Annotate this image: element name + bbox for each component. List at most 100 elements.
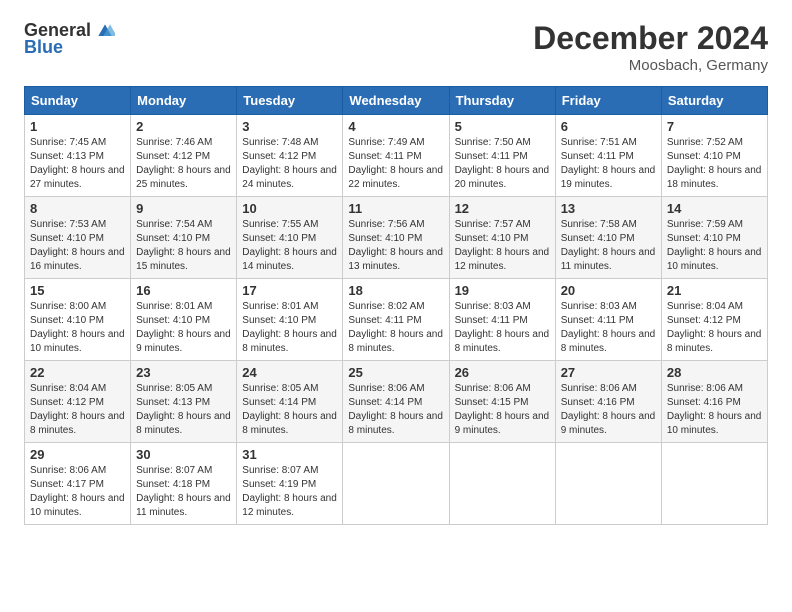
day-number: 8 [30, 201, 125, 216]
day-number: 10 [242, 201, 337, 216]
calendar-cell: 26 Sunrise: 8:06 AMSunset: 4:15 PMDayligh… [449, 361, 555, 443]
day-number: 24 [242, 365, 337, 380]
day-info: Sunrise: 8:04 AMSunset: 4:12 PMDaylight:… [30, 382, 125, 438]
day-info: Sunrise: 8:07 AMSunset: 4:18 PMDaylight:… [136, 464, 231, 520]
calendar-week-2: 8 Sunrise: 7:53 AMSunset: 4:10 PMDaylight… [25, 197, 768, 279]
calendar-cell: 28Sunrise: 8:06 AMSunset: 4:16 PMDayligh… [661, 361, 767, 443]
calendar-cell: 12Sunrise: 7:57 AMSunset: 4:10 PMDayligh… [449, 197, 555, 279]
day-number: 12 [455, 201, 550, 216]
calendar-cell: 31 Sunrise: 8:07 AMSunset: 4:19 PMDayligh… [237, 443, 343, 525]
day-number: 13 [561, 201, 656, 216]
day-number: 23 [136, 365, 231, 380]
calendar-cell [555, 443, 661, 525]
day-info: Sunrise: 8:01 AMSunset: 4:10 PMDaylight:… [242, 300, 337, 356]
calendar-cell: 7 Sunrise: 7:52 AMSunset: 4:10 PMDaylight… [661, 115, 767, 197]
day-number: 3 [242, 119, 337, 134]
col-header-tuesday: Tuesday [237, 87, 343, 115]
day-number: 31 [242, 447, 337, 462]
calendar-cell: 25 Sunrise: 8:06 AMSunset: 4:14 PMDayligh… [343, 361, 449, 443]
calendar-cell [449, 443, 555, 525]
calendar-cell: 17 Sunrise: 8:01 AMSunset: 4:10 PMDayligh… [237, 279, 343, 361]
calendar-cell: 18 Sunrise: 8:02 AMSunset: 4:11 PMDayligh… [343, 279, 449, 361]
calendar-cell: 20Sunrise: 8:03 AMSunset: 4:11 PMDayligh… [555, 279, 661, 361]
calendar-cell: 11 Sunrise: 7:56 AMSunset: 4:10 PMDayligh… [343, 197, 449, 279]
calendar-cell: 6 Sunrise: 7:51 AMSunset: 4:11 PMDaylight… [555, 115, 661, 197]
day-number: 18 [348, 283, 443, 298]
day-info: Sunrise: 8:06 AMSunset: 4:16 PMDaylight:… [667, 382, 762, 438]
calendar-cell: 14 Sunrise: 7:59 AMSunset: 4:10 PMDayligh… [661, 197, 767, 279]
col-header-friday: Friday [555, 87, 661, 115]
day-number: 30 [136, 447, 231, 462]
calendar-cell [661, 443, 767, 525]
location: Moosbach, Germany [533, 57, 768, 74]
calendar-week-4: 22Sunrise: 8:04 AMSunset: 4:12 PMDayligh… [25, 361, 768, 443]
calendar-cell: 1 Sunrise: 7:45 AMSunset: 4:13 PMDaylight… [25, 115, 131, 197]
col-header-monday: Monday [131, 87, 237, 115]
title-block: December 2024 Moosbach, Germany [533, 20, 768, 74]
day-number: 5 [455, 119, 550, 134]
day-number: 4 [348, 119, 443, 134]
day-info: Sunrise: 8:02 AMSunset: 4:11 PMDaylight:… [348, 300, 443, 356]
calendar-cell: 8 Sunrise: 7:53 AMSunset: 4:10 PMDaylight… [25, 197, 131, 279]
calendar-table: SundayMondayTuesdayWednesdayThursdayFrid… [24, 86, 768, 525]
calendar-cell: 21Sunrise: 8:04 AMSunset: 4:12 PMDayligh… [661, 279, 767, 361]
day-info: Sunrise: 7:52 AMSunset: 4:10 PMDaylight:… [667, 136, 762, 192]
day-info: Sunrise: 8:03 AMSunset: 4:11 PMDaylight:… [561, 300, 656, 356]
day-info: Sunrise: 7:48 AMSunset: 4:12 PMDaylight:… [242, 136, 337, 192]
day-number: 14 [667, 201, 762, 216]
day-info: Sunrise: 7:56 AMSunset: 4:10 PMDaylight:… [348, 218, 443, 274]
day-info: Sunrise: 8:07 AMSunset: 4:19 PMDaylight:… [242, 464, 337, 520]
day-number: 1 [30, 119, 125, 134]
calendar-cell: 15Sunrise: 8:00 AMSunset: 4:10 PMDayligh… [25, 279, 131, 361]
day-number: 11 [348, 201, 443, 216]
day-number: 29 [30, 447, 125, 462]
col-header-thursday: Thursday [449, 87, 555, 115]
calendar-cell: 16 Sunrise: 8:01 AMSunset: 4:10 PMDayligh… [131, 279, 237, 361]
day-number: 17 [242, 283, 337, 298]
calendar-cell: 24Sunrise: 8:05 AMSunset: 4:14 PMDayligh… [237, 361, 343, 443]
day-number: 27 [561, 365, 656, 380]
calendar-cell: 10Sunrise: 7:55 AMSunset: 4:10 PMDayligh… [237, 197, 343, 279]
day-info: Sunrise: 8:06 AMSunset: 4:14 PMDaylight:… [348, 382, 443, 438]
day-info: Sunrise: 7:51 AMSunset: 4:11 PMDaylight:… [561, 136, 656, 192]
day-info: Sunrise: 7:46 AMSunset: 4:12 PMDaylight:… [136, 136, 231, 192]
day-number: 25 [348, 365, 443, 380]
calendar-cell: 27 Sunrise: 8:06 AMSunset: 4:16 PMDayligh… [555, 361, 661, 443]
day-info: Sunrise: 7:50 AMSunset: 4:11 PMDaylight:… [455, 136, 550, 192]
day-info: Sunrise: 7:53 AMSunset: 4:10 PMDaylight:… [30, 218, 125, 274]
day-info: Sunrise: 7:58 AMSunset: 4:10 PMDaylight:… [561, 218, 656, 274]
day-info: Sunrise: 8:06 AMSunset: 4:17 PMDaylight:… [30, 464, 125, 520]
calendar-cell: 23 Sunrise: 8:05 AMSunset: 4:13 PMDayligh… [131, 361, 237, 443]
day-info: Sunrise: 8:05 AMSunset: 4:13 PMDaylight:… [136, 382, 231, 438]
calendar-cell: 2Sunrise: 7:46 AMSunset: 4:12 PMDaylight… [131, 115, 237, 197]
calendar-cell: 4 Sunrise: 7:49 AMSunset: 4:11 PMDaylight… [343, 115, 449, 197]
day-info: Sunrise: 7:49 AMSunset: 4:11 PMDaylight:… [348, 136, 443, 192]
calendar-cell: 3 Sunrise: 7:48 AMSunset: 4:12 PMDaylight… [237, 115, 343, 197]
logo-icon [95, 21, 115, 41]
month-title: December 2024 [533, 20, 768, 57]
day-info: Sunrise: 8:06 AMSunset: 4:16 PMDaylight:… [561, 382, 656, 438]
calendar-cell: 5 Sunrise: 7:50 AMSunset: 4:11 PMDaylight… [449, 115, 555, 197]
page-header: General Blue December 2024 Moosbach, Ger… [24, 20, 768, 74]
calendar-cell: 30 Sunrise: 8:07 AMSunset: 4:18 PMDayligh… [131, 443, 237, 525]
day-number: 26 [455, 365, 550, 380]
day-info: Sunrise: 8:06 AMSunset: 4:15 PMDaylight:… [455, 382, 550, 438]
day-number: 15 [30, 283, 125, 298]
calendar-cell: 22Sunrise: 8:04 AMSunset: 4:12 PMDayligh… [25, 361, 131, 443]
calendar-week-3: 15Sunrise: 8:00 AMSunset: 4:10 PMDayligh… [25, 279, 768, 361]
day-info: Sunrise: 8:01 AMSunset: 4:10 PMDaylight:… [136, 300, 231, 356]
day-info: Sunrise: 7:59 AMSunset: 4:10 PMDaylight:… [667, 218, 762, 274]
calendar-cell [343, 443, 449, 525]
day-info: Sunrise: 7:45 AMSunset: 4:13 PMDaylight:… [30, 136, 125, 192]
calendar-week-1: 1 Sunrise: 7:45 AMSunset: 4:13 PMDaylight… [25, 115, 768, 197]
day-info: Sunrise: 8:04 AMSunset: 4:12 PMDaylight:… [667, 300, 762, 356]
day-number: 16 [136, 283, 231, 298]
day-number: 6 [561, 119, 656, 134]
calendar-week-5: 29 Sunrise: 8:06 AMSunset: 4:17 PMDayligh… [25, 443, 768, 525]
col-header-wednesday: Wednesday [343, 87, 449, 115]
calendar-cell: 19Sunrise: 8:03 AMSunset: 4:11 PMDayligh… [449, 279, 555, 361]
day-number: 19 [455, 283, 550, 298]
day-number: 9 [136, 201, 231, 216]
logo-blue-text: Blue [24, 37, 63, 58]
day-number: 7 [667, 119, 762, 134]
